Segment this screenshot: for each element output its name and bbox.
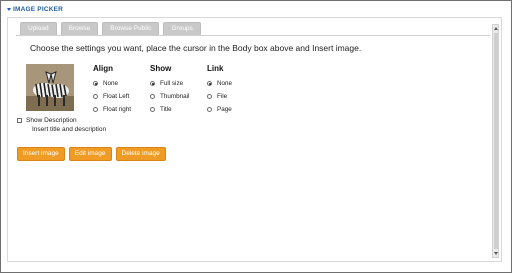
show-option-label: Full size: [160, 80, 184, 87]
description-sub-label: Insert title and description: [32, 126, 107, 133]
tab-browse[interactable]: Browse: [60, 22, 99, 36]
link-option-label: File: [217, 93, 228, 100]
radio-icon[interactable]: [150, 94, 155, 99]
show-option-thumbnail[interactable]: Thumbnail: [150, 90, 189, 103]
tab-upload[interactable]: Upload: [20, 22, 57, 36]
action-buttons: Insert image Edit image Delete image: [17, 147, 166, 161]
radio-icon[interactable]: [93, 81, 98, 86]
link-heading: Link: [207, 64, 224, 73]
tab-bar: Upload Browse Browse Public Groups: [20, 22, 201, 36]
radio-icon[interactable]: [207, 107, 212, 112]
link-option-none[interactable]: None: [207, 77, 232, 90]
insert-image-button[interactable]: Insert image: [17, 147, 65, 161]
instructions-text: Choose the settings you want, place the …: [30, 43, 362, 53]
align-heading: Align: [93, 64, 113, 73]
show-heading: Show: [150, 64, 172, 73]
radio-icon[interactable]: [207, 81, 212, 86]
align-option-label: Float right: [103, 106, 131, 113]
align-option-label: Float Left: [103, 93, 130, 100]
show-group: Show Full size Thumbnail Title: [150, 64, 189, 116]
collapse-triangle-icon[interactable]: [7, 8, 11, 11]
link-option-file[interactable]: File: [207, 90, 232, 103]
link-group: Link None File Page: [207, 64, 232, 116]
show-option-label: Title: [160, 106, 172, 113]
radio-icon[interactable]: [150, 81, 155, 86]
scrollbar-thumb[interactable]: [494, 33, 498, 249]
image-picker-title: IMAGE PICKER: [13, 6, 64, 13]
align-group: Align None Float Left Float right: [93, 64, 131, 116]
image-picker-panel: [7, 17, 502, 262]
scroll-down-arrow-icon[interactable]: [494, 252, 498, 255]
image-thumbnail[interactable]: [26, 64, 74, 111]
show-description-row[interactable]: Show Description: [17, 117, 106, 124]
radio-icon[interactable]: [150, 107, 155, 112]
tab-groups[interactable]: Groups: [163, 22, 201, 36]
tab-browse-public[interactable]: Browse Public: [102, 22, 160, 36]
image-picker-header[interactable]: IMAGE PICKER: [7, 6, 63, 13]
vertical-scrollbar[interactable]: [492, 24, 499, 258]
align-option-none[interactable]: None: [93, 77, 131, 90]
show-option-full-size[interactable]: Full size: [150, 77, 189, 90]
show-option-label: Thumbnail: [160, 93, 190, 100]
radio-icon[interactable]: [93, 94, 98, 99]
link-option-label: Page: [217, 106, 232, 113]
delete-image-button[interactable]: Delete image: [115, 147, 166, 161]
description-section: Show Description Insert title and descri…: [17, 117, 106, 133]
tab-divider: [16, 35, 490, 36]
link-option-label: None: [217, 80, 233, 87]
align-option-float-right[interactable]: Float right: [93, 103, 131, 116]
show-description-checkbox[interactable]: [17, 118, 22, 123]
scroll-up-arrow-icon[interactable]: [494, 27, 498, 30]
radio-icon[interactable]: [207, 94, 212, 99]
edit-image-button[interactable]: Edit image: [68, 147, 112, 161]
show-option-title[interactable]: Title: [150, 103, 189, 116]
zebra-image-icon: [26, 64, 74, 111]
link-option-page[interactable]: Page: [207, 103, 232, 116]
align-option-label: None: [103, 80, 119, 87]
align-option-float-left[interactable]: Float Left: [93, 90, 131, 103]
show-description-label: Show Description: [26, 117, 77, 124]
radio-icon[interactable]: [93, 107, 98, 112]
